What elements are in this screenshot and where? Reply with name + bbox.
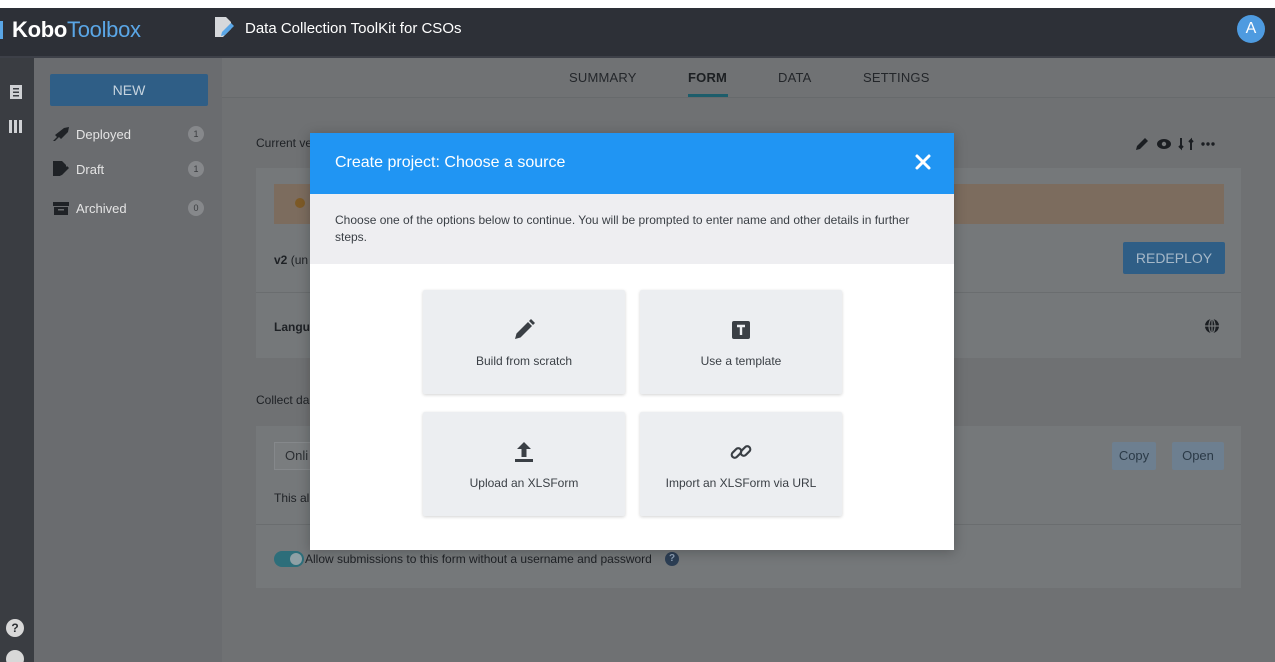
option-label: Import an XLSForm via URL <box>665 476 817 490</box>
collect-description: This al <box>274 491 310 505</box>
tab-form[interactable]: FORM <box>688 70 727 85</box>
sidebar-item-label: Draft <box>76 162 105 177</box>
sidebar-item-deployed[interactable]: Deployed 1 <box>52 124 210 146</box>
library-icon[interactable] <box>8 118 24 134</box>
modal-title: Create project: Choose a source <box>335 154 566 171</box>
left-rail: ? <box>0 58 34 662</box>
project-tabs: SUMMARY FORM DATA SETTINGS <box>222 58 1275 98</box>
sidebar-item-count: 0 <box>188 200 204 216</box>
modal-description-band: Choose one of the options below to conti… <box>310 194 954 264</box>
create-project-modal: Create project: Choose a source Choose o… <box>310 133 954 550</box>
active-tab-indicator <box>688 94 728 97</box>
upload-icon <box>515 442 533 462</box>
sidebar: NEW Deployed 1 Draft 1 Archived 0 <box>34 58 222 662</box>
close-icon[interactable] <box>911 150 935 174</box>
languages-label: Langu <box>274 320 310 334</box>
sidebar-item-draft[interactable]: Draft 1 <box>52 159 210 181</box>
build-from-scratch-option[interactable]: Build from scratch <box>423 290 625 394</box>
sidebar-item-count: 1 <box>188 126 204 142</box>
logo-kobo-text: Kobo <box>12 17 68 42</box>
logo-toolbox-text: Toolbox <box>67 17 141 42</box>
kobotoolbox-logo[interactable]: KoboToolbox <box>0 17 141 43</box>
tab-data[interactable]: DATA <box>778 70 812 85</box>
option-label: Build from scratch <box>475 354 573 368</box>
option-label: Use a template <box>700 354 782 368</box>
version-label: v2 (un <box>274 253 308 267</box>
collect-data-label: Collect da <box>256 393 310 407</box>
edit-icon[interactable] <box>1134 136 1150 152</box>
current-version-label: Current ve <box>256 136 313 150</box>
project-deployed-icon <box>215 17 234 37</box>
pencil-icon <box>515 319 535 339</box>
redeploy-button[interactable]: REDEPLOY <box>1123 242 1225 274</box>
new-project-button[interactable]: NEW <box>50 74 208 106</box>
anonymous-submissions-label: Allow submissions to this form without a… <box>305 552 652 566</box>
rocket-icon <box>53 127 69 141</box>
sidebar-item-label: Deployed <box>76 127 131 142</box>
use-template-option[interactable]: Use a template <box>640 290 842 394</box>
forms-icon[interactable] <box>8 84 24 100</box>
preview-eye-icon[interactable] <box>1156 136 1172 152</box>
warning-icon <box>295 198 305 208</box>
replace-icon[interactable] <box>1178 136 1194 152</box>
chat-icon[interactable] <box>6 650 24 662</box>
template-icon <box>732 321 750 339</box>
more-options-icon[interactable] <box>1200 136 1216 152</box>
tab-settings[interactable]: SETTINGS <box>863 70 930 85</box>
project-title: Data Collection ToolKit for CSOs <box>245 20 462 37</box>
sidebar-item-count: 1 <box>188 161 204 177</box>
copy-button[interactable]: Copy <box>1112 442 1156 470</box>
sidebar-item-label: Archived <box>76 201 127 216</box>
globe-icon[interactable] <box>1204 318 1220 334</box>
help-icon[interactable]: ? <box>6 619 24 637</box>
option-label: Upload an XLSForm <box>469 476 579 490</box>
import-url-option[interactable]: Import an XLSForm via URL <box>640 412 842 516</box>
draft-icon <box>53 161 69 176</box>
modal-header: Create project: Choose a source <box>310 133 954 194</box>
archive-icon <box>53 202 69 215</box>
collect-method-select[interactable]: Onli <box>274 442 314 470</box>
version-suffix: (un <box>287 253 309 267</box>
header-top-strip <box>0 0 1275 8</box>
link-icon <box>730 445 752 459</box>
user-avatar[interactable]: A <box>1237 15 1265 43</box>
top-header: KoboToolbox Data Collection ToolKit for … <box>0 0 1275 58</box>
version-number: v2 <box>274 253 288 267</box>
modal-description: Choose one of the options below to conti… <box>335 213 910 244</box>
anonymous-submissions-toggle[interactable] <box>274 551 304 567</box>
tab-summary[interactable]: SUMMARY <box>569 70 637 85</box>
open-button[interactable]: Open <box>1172 442 1224 470</box>
logo-mark-icon <box>0 21 8 39</box>
sidebar-item-archived[interactable]: Archived 0 <box>52 198 210 220</box>
upload-xlsform-option[interactable]: Upload an XLSForm <box>423 412 625 516</box>
help-circle-icon[interactable]: ? <box>665 552 679 566</box>
